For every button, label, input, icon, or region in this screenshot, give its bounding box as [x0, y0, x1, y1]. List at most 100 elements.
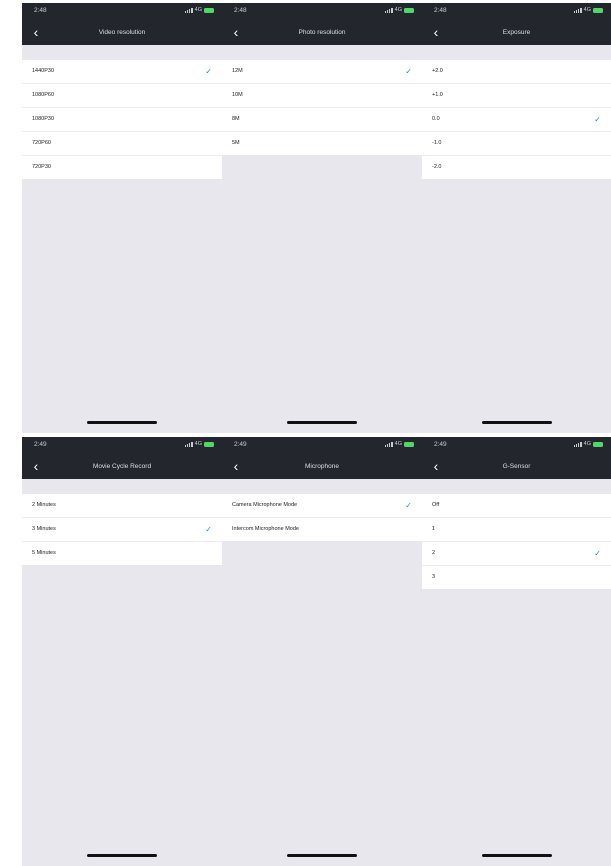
list-item-label: 8M — [232, 116, 240, 122]
list-item[interactable]: Intercom Microphone Mode — [222, 518, 422, 541]
nav-bar: ‹ Movie Cycle Record — [22, 455, 222, 479]
nav-bar: ‹ Microphone — [222, 455, 422, 479]
status-time: 2:49 — [234, 441, 247, 448]
options-list: Off 1 2 ✓ 3 — [422, 494, 611, 589]
checkmark-icon: ✓ — [594, 115, 601, 124]
list-item-label: Intercom Microphone Mode — [232, 526, 299, 532]
list-item-label: +2.0 — [432, 68, 443, 74]
list-item-label: 5M — [232, 140, 240, 146]
list-item[interactable]: 720P60 — [22, 132, 222, 156]
status-icons: 4G — [573, 7, 603, 13]
list-item[interactable]: 8M — [222, 108, 422, 132]
list-item-label: 1080P60 — [32, 92, 55, 98]
options-list: 1440P30 ✓ 1080P60 1080P30 720P60 720P30 — [22, 60, 222, 179]
checkmark-icon: ✓ — [205, 67, 212, 76]
network-label: 4G — [394, 7, 402, 13]
options-list: 2 Minutes 3 Minutes ✓ 5 Minutes — [22, 494, 222, 565]
list-item-label: Camera Microphone Mode — [232, 502, 298, 508]
checkmark-icon: ✓ — [405, 501, 412, 510]
list-item-label: 2 — [432, 550, 436, 556]
list-item[interactable]: 0.0 ✓ — [422, 108, 611, 132]
back-chevron-icon[interactable]: ‹ — [28, 458, 44, 474]
network-label: 4G — [194, 441, 202, 447]
signal-icon — [384, 7, 393, 13]
list-item-label: 12M — [232, 68, 243, 74]
list-item[interactable]: 1 — [422, 518, 611, 542]
list-item[interactable]: Off — [422, 494, 611, 518]
options-list: +2.0 +1.0 0.0 ✓ -1.0 -2.0 — [422, 60, 611, 179]
list-item[interactable]: 2 Minutes — [22, 494, 222, 518]
screen-microphone: 2:49 4G ‹ Microphone Camera Microphone Mode ✓… — [222, 437, 422, 866]
page-title: G-Sensor — [502, 463, 531, 470]
list-item[interactable]: -2.0 — [422, 156, 611, 179]
status-bar: 2:48 4G — [422, 3, 611, 21]
home-indicator — [87, 854, 157, 857]
battery-icon — [593, 441, 603, 447]
list-item[interactable]: +1.0 — [422, 84, 611, 108]
status-icons: 4G — [384, 441, 414, 447]
network-label: 4G — [194, 7, 202, 13]
status-time: 2:49 — [434, 441, 447, 448]
options-list: 12M ✓ 10M 8M 5M — [222, 60, 422, 155]
list-item-label: 3 — [432, 574, 436, 580]
back-chevron-icon[interactable]: ‹ — [228, 458, 244, 474]
status-icons: 4G — [184, 441, 214, 447]
status-bar: 2:49 4G — [22, 437, 222, 455]
list-item-label: 720P60 — [32, 140, 51, 146]
screen-movie-cycle-record: 2:49 4G ‹ Movie Cycle Record 2 Minutes 3 Minu… — [22, 437, 222, 866]
list-item[interactable]: 1440P30 ✓ — [22, 60, 222, 84]
status-bar: 2:49 4G — [222, 437, 422, 455]
back-chevron-icon[interactable]: ‹ — [28, 24, 44, 40]
signal-icon — [573, 7, 582, 13]
home-indicator — [481, 421, 552, 424]
back-chevron-icon[interactable]: ‹ — [228, 24, 244, 40]
screen-exposure: 2:48 4G ‹ Exposure +2.0 +1.0 0.0 ✓ -1.0 -2.0 — [422, 3, 611, 433]
list-item[interactable]: -1.0 — [422, 132, 611, 156]
list-item-label: 5 Minutes — [32, 550, 56, 556]
list-item[interactable]: 1080P30 — [22, 108, 222, 132]
signal-icon — [384, 441, 393, 447]
status-time: 2:48 — [434, 7, 447, 14]
list-item[interactable]: 5 Minutes — [22, 542, 222, 565]
status-icons: 4G — [384, 7, 414, 13]
list-item-label: 720P30 — [32, 164, 51, 170]
checkmark-icon: ✓ — [594, 549, 601, 558]
list-item[interactable]: 720P30 — [22, 156, 222, 179]
status-time: 2:48 — [234, 7, 247, 14]
list-item[interactable]: Camera Microphone Mode ✓ — [222, 494, 422, 518]
options-list: Camera Microphone Mode ✓ Intercom Micropho… — [222, 494, 422, 541]
list-item[interactable]: 3 Minutes ✓ — [22, 518, 222, 542]
back-chevron-icon[interactable]: ‹ — [428, 24, 444, 40]
battery-icon — [593, 7, 603, 13]
list-item[interactable]: 1080P60 — [22, 84, 222, 108]
home-indicator — [87, 421, 157, 424]
list-item-label: 2 Minutes — [32, 502, 56, 508]
signal-icon — [184, 441, 193, 447]
battery-icon — [204, 7, 214, 13]
list-item-label: 1440P30 — [32, 68, 55, 74]
signal-icon — [184, 7, 193, 13]
list-item[interactable]: 10M — [222, 84, 422, 108]
battery-icon — [404, 7, 414, 13]
page-title: Photo resolution — [298, 29, 346, 36]
status-bar: 2:49 4G — [422, 437, 611, 455]
signal-icon — [573, 441, 582, 447]
list-item-label: 0.0 — [432, 116, 440, 122]
screen-g-sensor: 2:49 4G ‹ G-Sensor Off 1 2 ✓ 3 — [422, 437, 611, 866]
status-icons: 4G — [184, 7, 214, 13]
battery-icon — [404, 441, 414, 447]
back-chevron-icon[interactable]: ‹ — [428, 458, 444, 474]
status-icons: 4G — [573, 441, 603, 447]
list-item[interactable]: 2 ✓ — [422, 542, 611, 566]
page-title: Microphone — [305, 463, 339, 470]
list-item[interactable]: 3 — [422, 566, 611, 589]
nav-bar: ‹ Photo resolution — [222, 21, 422, 45]
list-item[interactable]: 5M — [222, 132, 422, 155]
status-time: 2:49 — [34, 441, 47, 448]
home-indicator — [287, 854, 357, 857]
list-item[interactable]: +2.0 — [422, 60, 611, 84]
status-bar: 2:48 4G — [222, 3, 422, 21]
home-indicator — [481, 854, 552, 857]
list-item[interactable]: 12M ✓ — [222, 60, 422, 84]
list-item-label: 1 — [432, 526, 436, 532]
